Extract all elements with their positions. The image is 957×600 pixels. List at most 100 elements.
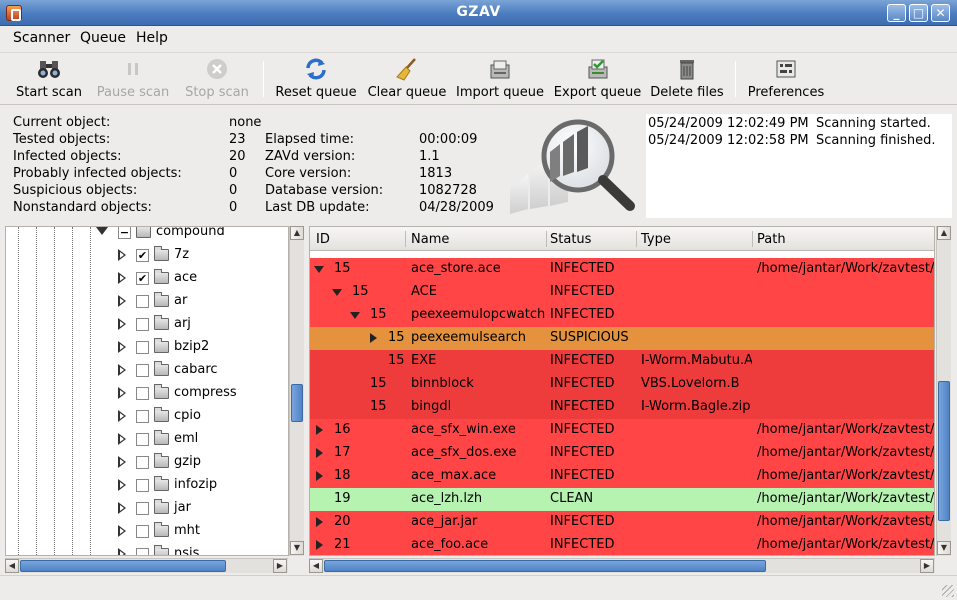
table-row[interactable]: 20 ace_jar.jar INFECTED/home/jantar/Work/z…	[310, 511, 934, 534]
column-header-name[interactable]: Name	[411, 232, 449, 247]
expander-right-icon[interactable]	[118, 341, 127, 353]
expander-down-icon[interactable]	[350, 310, 360, 319]
export-queue-button[interactable]: Export queue	[552, 57, 643, 103]
tree-checkbox[interactable]	[136, 387, 149, 400]
tree-checkbox[interactable]	[136, 410, 149, 423]
tree-node[interactable]: cabarc	[6, 359, 288, 382]
expander-right-icon[interactable]	[316, 540, 323, 550]
menu-queue[interactable]: Queue	[80, 30, 126, 46]
pause-scan-button[interactable]: Pause scan	[94, 57, 172, 103]
tree-checkbox[interactable]	[136, 479, 149, 492]
tree-checkbox[interactable]	[136, 548, 149, 555]
table-row[interactable]: 15 bingdl INFECTED I-Worm.Bagle.zip	[310, 396, 934, 419]
scroll-left-arrow-icon[interactable]: ◀	[5, 559, 19, 573]
expander-right-icon[interactable]	[118, 364, 127, 376]
table-row[interactable]: 19 ace_lzh.lzh CLEAN/home/jantar/Work/zavt…	[310, 488, 934, 511]
tree-horizontal-scrollbar[interactable]: ◀ ▶	[5, 558, 288, 573]
column-header-path[interactable]: Path	[757, 232, 786, 247]
expander-right-icon[interactable]	[118, 410, 127, 422]
expander-down-icon[interactable]	[314, 264, 324, 273]
tree-node[interactable]: arj	[6, 313, 288, 336]
scroll-right-arrow-icon[interactable]: ▶	[920, 559, 934, 573]
minimize-button[interactable]: _	[887, 4, 906, 22]
table-horizontal-scrollbar[interactable]: ◀ ▶	[309, 558, 935, 573]
tree-node[interactable]: ✔ ace	[6, 267, 288, 290]
expander-right-icon[interactable]	[316, 471, 323, 481]
expander-right-icon[interactable]	[118, 548, 127, 555]
table-row[interactable]: 15 ACE INFECTED	[310, 281, 934, 304]
tree-node[interactable]: nsis	[6, 543, 288, 555]
expander-right-icon[interactable]	[118, 295, 127, 307]
tree-node[interactable]: gzip	[6, 451, 288, 474]
preferences-button[interactable]: Preferences	[746, 57, 826, 103]
resize-grip-icon[interactable]	[942, 585, 954, 597]
results-table[interactable]: ID Name Status Type Path 15 ace_store.ace…	[309, 226, 935, 556]
column-header-type[interactable]: Type	[641, 232, 671, 247]
tree-vertical-scrollbar[interactable]: ▲ ▼	[289, 226, 304, 556]
tree-checkbox[interactable]	[136, 433, 149, 446]
tree-node[interactable]: eml	[6, 428, 288, 451]
scroll-down-arrow-icon[interactable]: ▼	[290, 541, 304, 555]
table-row[interactable]: 18 ace_max.ace INFECTED/home/jantar/Work/z…	[310, 465, 934, 488]
table-row[interactable]: 15 binnblock INFECTED VBS.Lovelorn.B	[310, 373, 934, 396]
scroll-thumb[interactable]	[324, 560, 766, 572]
scroll-thumb[interactable]	[938, 381, 950, 521]
expander-right-icon[interactable]	[316, 517, 323, 527]
expander-right-icon[interactable]	[118, 502, 127, 514]
tree-checkbox[interactable]	[136, 364, 149, 377]
delete-files-button[interactable]: Delete files	[650, 57, 724, 103]
expander-right-icon[interactable]	[118, 318, 127, 330]
expander-down-icon[interactable]	[332, 287, 342, 296]
expander-down-icon[interactable]	[96, 227, 108, 235]
table-row[interactable]: 16 ace_sfx_win.exe INFECTED/home/jantar/Wo…	[310, 419, 934, 442]
scroll-left-arrow-icon[interactable]: ◀	[309, 559, 323, 573]
scroll-up-arrow-icon[interactable]: ▲	[290, 226, 304, 240]
tree-checkbox[interactable]	[136, 456, 149, 469]
tree-checkbox[interactable]: ✔	[136, 272, 149, 285]
tree-node[interactable]: ✔ 7z	[6, 244, 288, 267]
expander-right-icon[interactable]	[118, 272, 127, 284]
table-row[interactable]: 15 ace_store.ace INFECTED/home/jantar/Work…	[310, 258, 934, 281]
tree-node[interactable]: bzip2	[6, 336, 288, 359]
tree-node[interactable]: ar	[6, 290, 288, 313]
tree-checkbox[interactable]	[136, 295, 149, 308]
column-header-status[interactable]: Status	[550, 232, 591, 247]
expander-right-icon[interactable]	[118, 249, 127, 261]
expander-right-icon[interactable]	[118, 456, 127, 468]
expander-right-icon[interactable]	[370, 333, 377, 343]
table-row[interactable]: 15 peexeemulopcwatch INFECTED	[310, 304, 934, 327]
expander-right-icon[interactable]	[316, 448, 323, 458]
stop-scan-button[interactable]: Stop scan	[182, 57, 252, 103]
reset-queue-button[interactable]: Reset queue	[275, 57, 357, 103]
expander-right-icon[interactable]	[118, 525, 127, 537]
expander-right-icon[interactable]	[118, 479, 127, 491]
scroll-up-arrow-icon[interactable]: ▲	[937, 226, 951, 240]
expander-right-icon[interactable]	[118, 433, 127, 445]
menu-help[interactable]: Help	[136, 30, 168, 46]
tree-checkbox[interactable]	[136, 318, 149, 331]
tree-partial-checkbox[interactable]: −	[118, 227, 131, 239]
tree-checkbox[interactable]	[136, 341, 149, 354]
import-queue-button[interactable]: Import queue	[455, 57, 545, 103]
maximize-button[interactable]: □	[909, 4, 928, 22]
scroll-right-arrow-icon[interactable]: ▶	[273, 559, 287, 573]
scanner-module-tree[interactable]: − compound ✔ 7z ✔ ace ar arj bzip2 cabarc compress…	[5, 226, 289, 556]
close-button[interactable]: ✕	[931, 4, 950, 22]
expander-right-icon[interactable]	[316, 425, 323, 435]
start-scan-button[interactable]: Start scan	[12, 57, 86, 103]
tree-checkbox[interactable]: ✔	[136, 249, 149, 262]
table-row[interactable]: 15 EXE INFECTED I-Worm.Mabutu.A	[310, 350, 934, 373]
tree-node[interactable]: compress	[6, 382, 288, 405]
tree-node-compound[interactable]: − compound	[6, 227, 288, 244]
tree-checkbox[interactable]	[136, 525, 149, 538]
tree-node[interactable]: mht	[6, 520, 288, 543]
tree-node[interactable]: cpio	[6, 405, 288, 428]
tree-node[interactable]: infozip	[6, 474, 288, 497]
table-row[interactable]: 21 ace_foo.ace INFECTED/home/jantar/Work/z…	[310, 534, 934, 555]
table-row[interactable]: 15 peexeemulsearch SUSPICIOUS	[310, 327, 934, 350]
table-row[interactable]: 17 ace_sfx_dos.exe INFECTED/home/jantar/Wo…	[310, 442, 934, 465]
scroll-thumb[interactable]	[291, 384, 303, 422]
menu-scanner[interactable]: Scanner	[13, 30, 70, 46]
clear-queue-button[interactable]: Clear queue	[366, 57, 448, 103]
expander-right-icon[interactable]	[118, 387, 127, 399]
